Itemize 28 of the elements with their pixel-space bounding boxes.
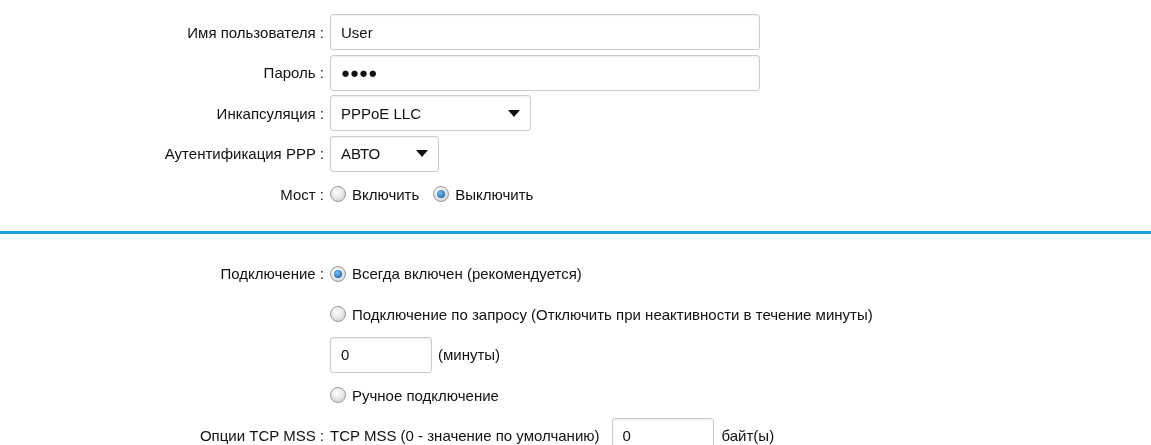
field-label: Мост : (280, 185, 324, 203)
unit-label: байт(ы) (721, 427, 775, 445)
radio-button[interactable] (330, 265, 346, 282)
radio-label: Ручное подключение (352, 386, 499, 404)
field-label: Аутентификация PPP : (164, 145, 324, 163)
radio-button[interactable] (433, 186, 450, 203)
radio-button[interactable] (330, 186, 346, 203)
field-label: Инкапсуляция : (216, 104, 324, 122)
password-field[interactable]: ●●●● (330, 54, 760, 91)
mss-description: TCP MSS (0 - значение по умолчанию) (330, 427, 600, 445)
field-label: Опции TCP MSS : (199, 427, 324, 445)
radio-button[interactable] (330, 387, 346, 404)
minutes-field[interactable]: 0 (330, 336, 432, 373)
radio-button[interactable] (330, 306, 346, 323)
radio-label: Всегда включен (рекомендуется) (352, 265, 582, 283)
field-label: Имя пользователя : (187, 23, 324, 41)
radio-label: Включить (352, 185, 420, 203)
caret-icon (416, 150, 428, 158)
username-field[interactable]: User (330, 14, 760, 51)
mss-field[interactable]: 0 (611, 417, 714, 445)
unit-label: (минуты) (438, 346, 501, 364)
field-label: Подключение : (220, 265, 324, 283)
field-label: Пароль : (263, 64, 324, 82)
caret-icon (508, 109, 520, 117)
radio-label: Выключить (455, 185, 534, 203)
auth-dropdown[interactable]: АВТО (330, 135, 439, 172)
radio-label: Подключение по запросу (Отключить при неактивности в течение минуты) (352, 305, 873, 323)
encapsulation-dropdown[interactable]: PPPoE LLC (330, 95, 531, 132)
